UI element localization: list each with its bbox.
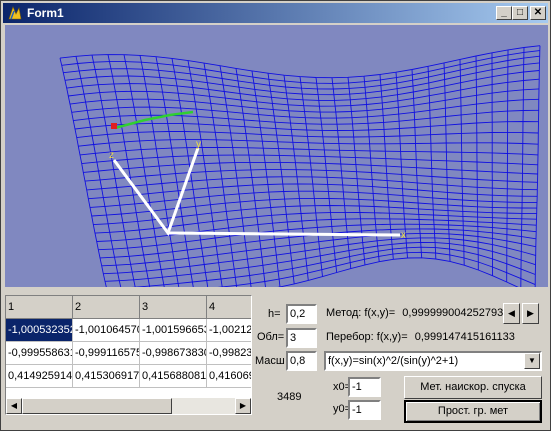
- mesh-row-line: [64, 62, 540, 96]
- h-label: h=: [268, 308, 281, 320]
- y0-input[interactable]: -1: [348, 400, 381, 420]
- grid-header-row: 1 2 3 4: [6, 296, 251, 319]
- grid-header-cell: 2: [72, 296, 140, 319]
- obl-input[interactable]: 3: [286, 328, 317, 348]
- gradient-path-line: [114, 110, 194, 130]
- grid-header-cell: 3: [139, 296, 207, 319]
- grid-cell[interactable]: 0,415688081: [139, 364, 207, 388]
- delphi-app-icon: [8, 6, 22, 20]
- method-result-label: Метод: f(x,y)= 0,999999004252793: [326, 307, 503, 319]
- chevron-down-icon[interactable]: ▼: [524, 353, 540, 369]
- grid-cell[interactable]: -0,998230: [206, 341, 251, 365]
- mesh-col-line: [459, 59, 465, 266]
- grid-cell[interactable]: -0,999558631: [6, 341, 73, 365]
- main-window: Form1 _ □ ✕ z y x 1 2 3 4 -1,000532352 -1,…: [0, 0, 551, 431]
- results-table: 1 2 3 4 -1,000532352 -1,001064570 -1,001…: [6, 296, 251, 388]
- simple-gradient-button[interactable]: Прост. гр. мет: [404, 400, 542, 423]
- grid-header-cell: 4: [206, 296, 251, 319]
- surface-plot-3d[interactable]: z y x: [5, 25, 548, 304]
- axis-label: x: [401, 230, 406, 241]
- grid-cell[interactable]: -0,998673830: [139, 341, 207, 365]
- window-title: Form1: [27, 6, 64, 20]
- table-row: -1,000532352 -1,001064570 -1,001596653 -…: [6, 318, 251, 342]
- results-grid[interactable]: 1 2 3 4 -1,000532352 -1,001064570 -1,001…: [5, 295, 252, 415]
- mash-input[interactable]: 0,8: [286, 351, 317, 371]
- enum-result-label: Перебор: f(x,y)= 0,999147415161133: [326, 331, 515, 343]
- mesh-col-line: [491, 52, 493, 276]
- obl-label: Обл=: [257, 331, 285, 343]
- grid-cell[interactable]: 0,415306917: [72, 364, 140, 388]
- mesh-row-line: [66, 70, 540, 101]
- scroll-left-icon[interactable]: ◀: [6, 398, 22, 414]
- maximize-button[interactable]: □: [512, 6, 528, 20]
- grid-cell[interactable]: -1,001064570: [72, 318, 140, 342]
- mesh-col-line: [520, 47, 525, 289]
- grid-header-cell: 1: [6, 296, 73, 319]
- mesh-col-line: [107, 54, 153, 301]
- enum-label: Перебор: f(x,y)=: [326, 331, 408, 343]
- table-row: -0,999558631 -0,999116575 -0,998673830 -…: [6, 341, 251, 365]
- function-select-value: f(x,y)=sin(x)^2/(sin(y)^2+1): [328, 355, 459, 367]
- steepest-descent-button[interactable]: Мет. наискор. спуска: [404, 376, 542, 399]
- scroll-thumb[interactable]: [22, 398, 172, 414]
- start-point-marker: [111, 123, 117, 129]
- grid-cell[interactable]: -1,002128: [206, 318, 251, 342]
- title-bar[interactable]: Form1 _ □ ✕: [3, 3, 548, 23]
- next-arrow-button[interactable]: ▶: [522, 303, 539, 324]
- enum-value: 0,999147415161133: [414, 331, 515, 343]
- table-row: 0,414925914 0,415306917 0,415688081 0,41…: [6, 364, 251, 388]
- x0-input[interactable]: -1: [348, 377, 381, 397]
- method-value: 0,999999004252793: [402, 307, 504, 319]
- axis-label: y: [196, 139, 201, 150]
- mesh-col-line: [475, 55, 479, 270]
- mash-label: Масш: [255, 355, 285, 367]
- grid-cell[interactable]: -1,001596653: [139, 318, 207, 342]
- function-select[interactable]: f(x,y)=sin(x)^2/(sin(y)^2+1) ▼: [324, 351, 542, 371]
- axis-x-line: [167, 231, 401, 237]
- mesh-col-line: [506, 49, 509, 282]
- axis-label: z: [109, 150, 114, 161]
- grid-horizontal-scrollbar[interactable]: ◀ ▶: [6, 398, 251, 414]
- close-button[interactable]: ✕: [530, 6, 546, 20]
- mesh-col-line: [123, 54, 168, 300]
- mesh-col-line: [534, 45, 541, 295]
- minimize-button[interactable]: _: [496, 6, 512, 20]
- grid-cell[interactable]: -1,000532352: [6, 318, 73, 342]
- scroll-right-icon[interactable]: ▶: [235, 398, 251, 414]
- grid-cell[interactable]: 0,416069: [206, 364, 251, 388]
- grid-cell[interactable]: 0,414925914: [6, 364, 73, 388]
- method-label: Метод: f(x,y)=: [326, 307, 396, 319]
- h-input[interactable]: 0,2: [286, 304, 317, 324]
- surface-mesh: z y x: [59, 45, 541, 304]
- grid-cell[interactable]: -0,999116575: [72, 341, 140, 365]
- prev-arrow-button[interactable]: ◀: [503, 303, 520, 324]
- iteration-counter: 3489: [277, 391, 302, 403]
